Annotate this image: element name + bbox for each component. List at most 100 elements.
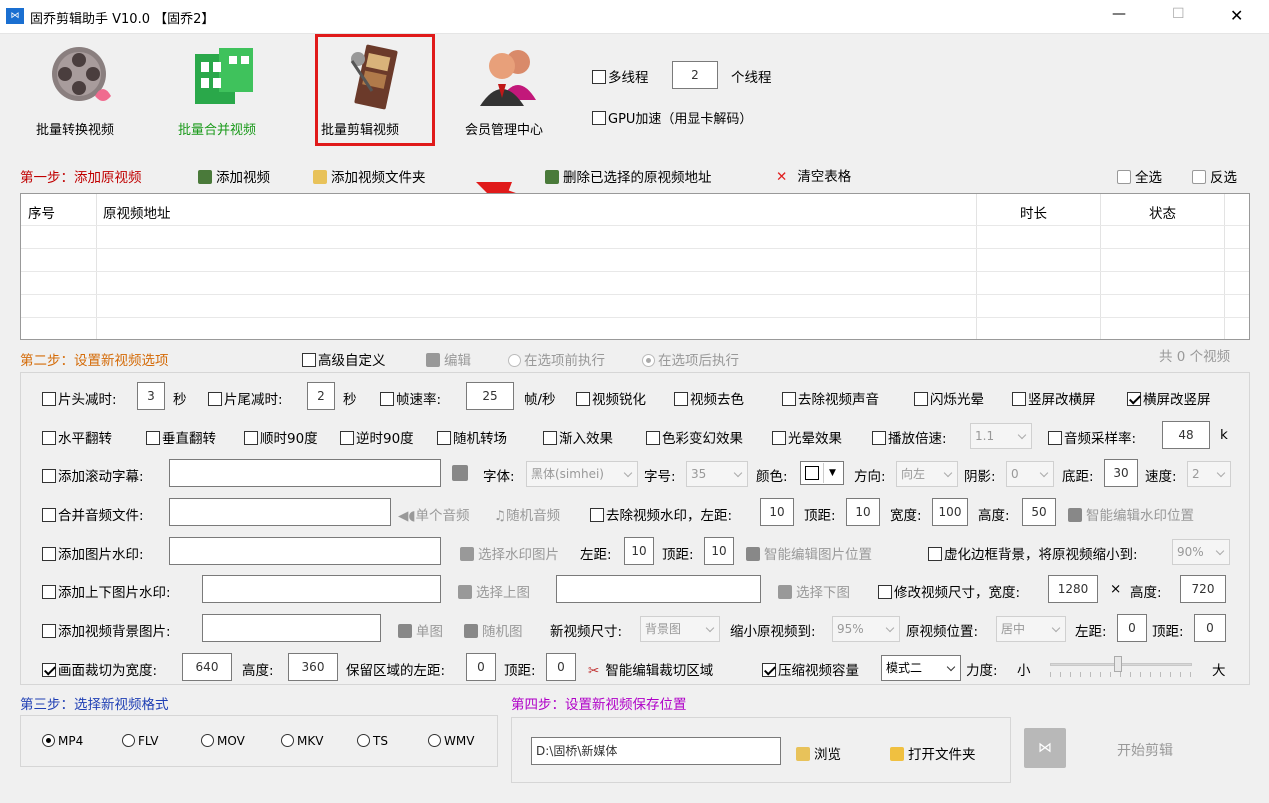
toolbar-convert-button[interactable]: 批量转换视频 — [30, 42, 130, 140]
save-path-input[interactable]: D:\固桥\新媒体 — [531, 737, 781, 765]
sample-rate-checkbox[interactable]: 音频采样率: — [1048, 427, 1136, 447]
image-watermark-checkbox[interactable]: 添加图片水印: — [42, 543, 144, 563]
hflip-checkbox[interactable]: 水平翻转 — [42, 427, 112, 447]
before-radio[interactable]: 在选项前执行 — [508, 349, 605, 369]
gpu-checkbox[interactable]: GPU加速（用显卡解码） — [592, 108, 752, 127]
start-button[interactable]: 开始剪辑 — [1117, 740, 1173, 760]
select-all-button[interactable]: 全选 — [1117, 166, 1162, 186]
toolbar-merge-button[interactable]: 批量合并视频 — [173, 42, 273, 140]
compress-mode-select[interactable]: 模式二 — [881, 655, 961, 681]
vflip-checkbox[interactable]: 垂直翻转 — [146, 427, 216, 447]
toolbar-clip-button[interactable]: 批量剪辑视频 — [315, 34, 435, 146]
font-select[interactable]: 黑体(simhei) — [526, 461, 638, 487]
background-image-checkbox[interactable]: 添加视频背景图片: — [42, 620, 171, 640]
choose-top-image-button[interactable]: 选择上图 — [458, 581, 530, 601]
column-header[interactable]: 时长 — [1020, 202, 1047, 222]
halo-checkbox[interactable]: 光晕效果 — [772, 427, 842, 447]
format-radio-mkv[interactable]: MKV — [281, 734, 323, 748]
top-bottom-watermark-checkbox[interactable]: 添加上下图片水印: — [42, 581, 171, 601]
keep-top-input[interactable]: 0 — [546, 653, 576, 681]
crop-checkbox[interactable]: 画面裁切为宽度: — [42, 659, 157, 679]
smart-crop-button[interactable]: ✂ 智能编辑裁切区域 — [588, 659, 713, 679]
head-cut-checkbox[interactable]: 片头减时: — [42, 388, 117, 408]
single-audio-button[interactable]: ◀◖单个音频 — [398, 504, 470, 524]
force-slider-thumb[interactable] — [1114, 656, 1122, 672]
bottom-image-input[interactable] — [556, 575, 761, 603]
single-image-button[interactable]: 单图 — [398, 620, 443, 640]
advanced-checkbox[interactable]: 高级自定义 — [302, 349, 386, 369]
bg-left-input[interactable]: 0 — [1117, 614, 1147, 642]
tail-cut-checkbox[interactable]: 片尾减时: — [208, 388, 283, 408]
compress-checkbox[interactable]: 压缩视频容量 — [762, 659, 859, 679]
column-header[interactable]: 序号 — [28, 202, 55, 222]
close-button[interactable]: ✕ — [1230, 6, 1243, 25]
wm-left-input[interactable]: 10 — [760, 498, 794, 526]
fps-checkbox[interactable]: 帧速率: — [380, 388, 441, 408]
remove-watermark-checkbox[interactable]: 去除视频水印，左距: — [590, 504, 732, 524]
v2h-checkbox[interactable]: 竖屏改横屏 — [1012, 388, 1096, 408]
video-table[interactable]: 序号 原视频地址 时长 状态 — [20, 193, 1250, 340]
sample-rate-input[interactable]: 48 — [1162, 421, 1210, 449]
audio-file-input[interactable] — [169, 498, 391, 526]
h2v-checkbox[interactable]: 横屏改竖屏 — [1127, 388, 1211, 408]
decolor-checkbox[interactable]: 视频去色 — [674, 388, 744, 408]
color-effect-checkbox[interactable]: 色彩变幻效果 — [646, 427, 743, 447]
multithread-checkbox[interactable]: 多线程 — [592, 66, 649, 86]
maximize-button[interactable]: ☐ — [1172, 6, 1185, 22]
wm-height-input[interactable]: 50 — [1022, 498, 1056, 526]
mute-checkbox[interactable]: 去除视频声音 — [782, 388, 879, 408]
random-audio-button[interactable]: ♫随机音频 — [494, 504, 560, 524]
sharpen-checkbox[interactable]: 视频锐化 — [576, 388, 646, 408]
column-header[interactable]: 状态 — [1149, 202, 1176, 222]
subtitle-checkbox[interactable]: 添加滚动字幕: — [42, 465, 144, 485]
resize-height-input[interactable]: 720 — [1180, 575, 1226, 603]
image-watermark-input[interactable] — [169, 537, 441, 565]
new-size-select[interactable]: 背景图 — [640, 616, 720, 642]
clear-table-button[interactable]: ✕ 清空表格 — [776, 165, 851, 185]
open-folder-button[interactable]: 打开文件夹 — [890, 743, 976, 763]
shrink-select[interactable]: 95% — [832, 616, 900, 642]
after-radio[interactable]: 在选项后执行 — [642, 349, 739, 369]
font-settings-icon[interactable] — [452, 465, 468, 481]
crop-height-input[interactable]: 360 — [288, 653, 338, 681]
thread-count-input[interactable]: 2 — [672, 61, 718, 89]
crop-width-input[interactable]: 640 — [182, 653, 232, 681]
bg-top-input[interactable]: 0 — [1194, 614, 1226, 642]
edit-button[interactable]: 编辑 — [426, 349, 471, 369]
speed-select[interactable]: 1.1 — [970, 423, 1032, 449]
blur-scale-select[interactable]: 90% — [1172, 539, 1230, 565]
merge-audio-checkbox[interactable]: 合并音频文件: — [42, 504, 144, 524]
format-radio-mov[interactable]: MOV — [201, 734, 245, 748]
size-select[interactable]: 35 — [686, 461, 748, 487]
position-select[interactable]: 居中 — [996, 616, 1066, 642]
choose-watermark-button[interactable]: 选择水印图片 — [460, 543, 559, 563]
head-cut-input[interactable]: 3 — [137, 382, 165, 410]
choose-bottom-image-button[interactable]: 选择下图 — [778, 581, 850, 601]
tail-cut-input[interactable]: 2 — [307, 382, 335, 410]
add-video-button[interactable]: 添加视频 — [198, 166, 270, 186]
format-radio-ts[interactable]: TS — [357, 734, 388, 748]
random-transition-checkbox[interactable]: 随机转场 — [437, 427, 507, 447]
resize-checkbox[interactable]: 修改视频尺寸，宽度: — [878, 581, 1020, 601]
ccw90-checkbox[interactable]: 逆时90度 — [340, 427, 414, 447]
color-picker[interactable]: ▼ — [800, 461, 844, 485]
invert-select-button[interactable]: 反选 — [1192, 166, 1237, 186]
background-image-input[interactable] — [202, 614, 381, 642]
img-left-input[interactable]: 10 — [624, 537, 654, 565]
cw90-checkbox[interactable]: 顺时90度 — [244, 427, 318, 447]
keep-left-input[interactable]: 0 — [466, 653, 496, 681]
add-folder-button[interactable]: 添加视频文件夹 — [313, 166, 426, 186]
random-image-button[interactable]: 随机图 — [464, 620, 523, 640]
fps-input[interactable]: 25 — [466, 382, 514, 410]
minimize-button[interactable]: — — [1112, 6, 1126, 22]
top-image-input[interactable] — [202, 575, 441, 603]
browse-button[interactable]: 浏览 — [796, 743, 841, 763]
shadow-select[interactable]: 0 — [1006, 461, 1054, 487]
speed-checkbox[interactable]: 播放倍速: — [872, 427, 947, 447]
smart-image-button[interactable]: 智能编辑图片位置 — [746, 543, 872, 563]
bottom-input[interactable]: 30 — [1104, 459, 1138, 487]
format-radio-mp4[interactable]: MP4 — [42, 734, 83, 748]
resize-width-input[interactable]: 1280 — [1048, 575, 1098, 603]
direction-select[interactable]: 向左 — [896, 461, 958, 487]
subtitle-input[interactable] — [169, 459, 441, 487]
